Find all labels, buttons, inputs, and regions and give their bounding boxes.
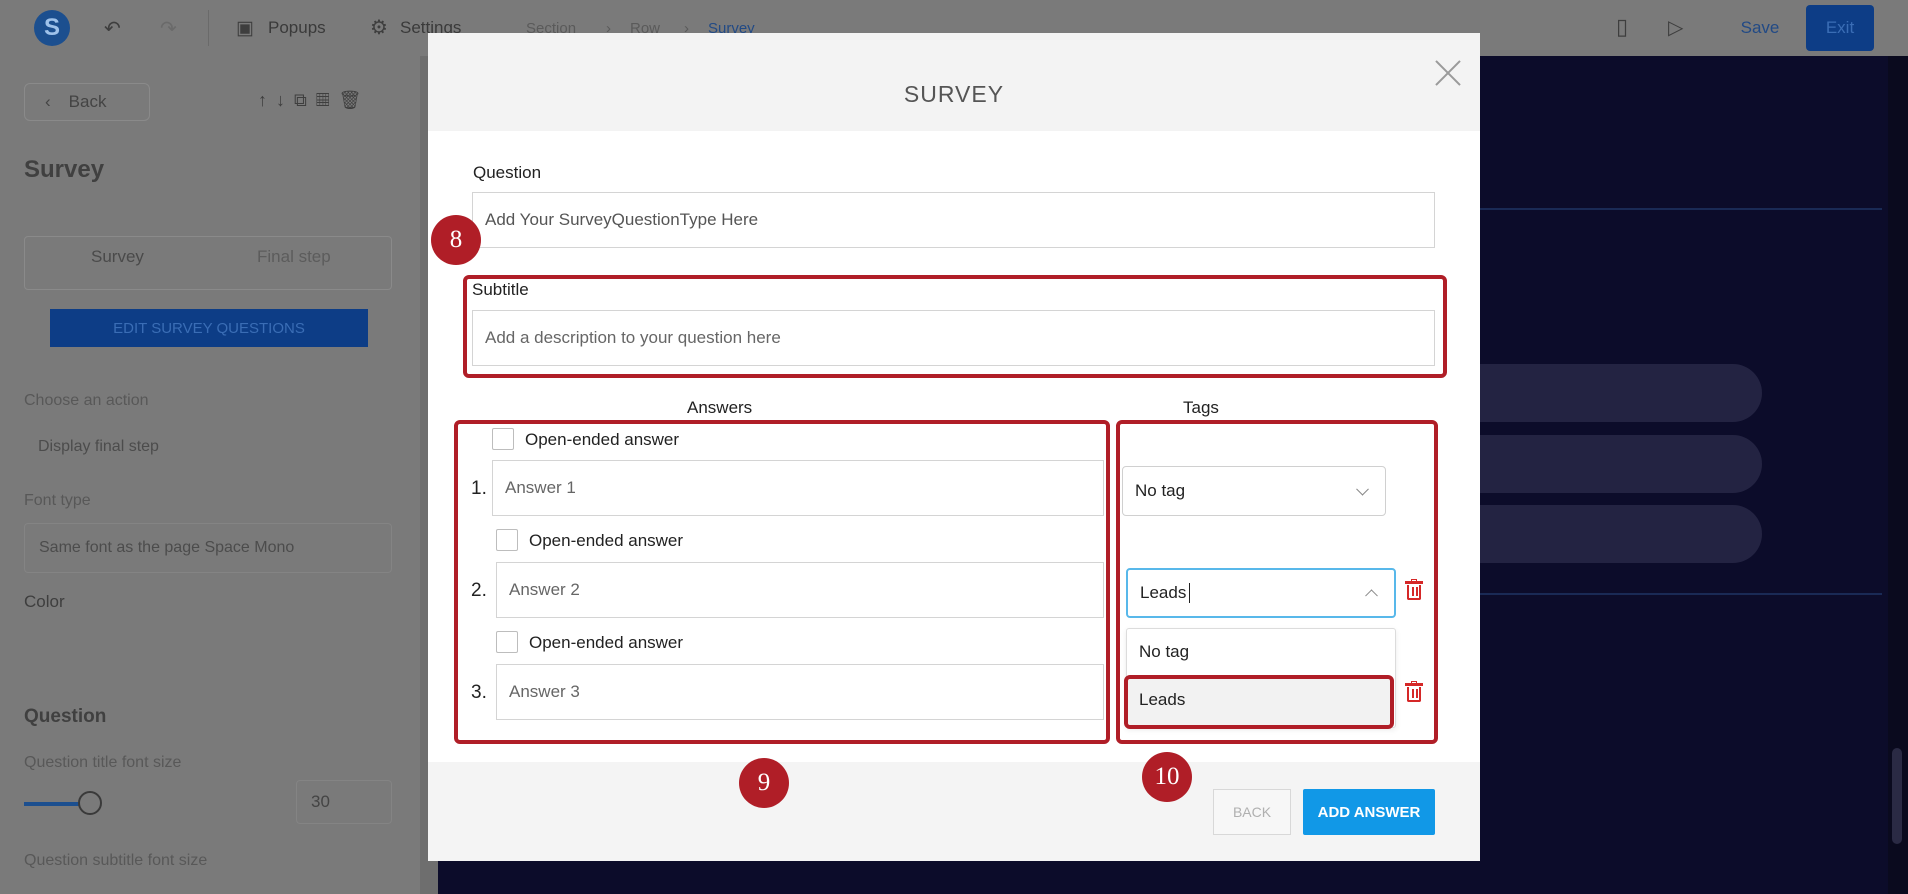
popups-menu-label[interactable]: Popups	[268, 18, 326, 38]
toolbar-divider	[208, 10, 209, 46]
back-button-label: Back	[68, 92, 107, 111]
tab-survey[interactable]: Survey	[91, 247, 144, 267]
sidebar-tabs	[24, 236, 392, 290]
color-label: Color	[24, 592, 65, 611]
highlight-subtitle	[463, 275, 1447, 378]
canvas-divider	[1480, 208, 1882, 210]
answers-header: Answers	[687, 398, 753, 417]
redo-icon[interactable]: ↷	[160, 16, 177, 41]
highlight-answers	[454, 420, 1110, 744]
step-badge-8: 8	[431, 215, 481, 265]
element-tools[interactable]: ↑↓⧉▦🗑	[258, 90, 370, 111]
undo-icon[interactable]: ↶	[104, 16, 121, 41]
modal-title: SURVEY	[903, 81, 1005, 107]
question-section-title: Question	[24, 706, 107, 727]
survey-option-bar	[1480, 435, 1762, 493]
step-badge-10: 10	[1142, 752, 1192, 802]
close-icon[interactable]	[1428, 53, 1468, 93]
back-button[interactable]: BACK	[1213, 789, 1291, 835]
title-font-size-value: 30	[311, 792, 330, 811]
canvas-divider	[1480, 593, 1882, 595]
title-font-size-slider[interactable]	[78, 791, 102, 815]
action-select[interactable]: Display final step	[24, 422, 392, 472]
action-label: Choose an action	[24, 392, 149, 409]
canvas-scrollbar-thumb[interactable]	[1892, 748, 1902, 844]
save-button[interactable]: Save	[1730, 8, 1790, 48]
settings-icon[interactable]: ⚙	[370, 15, 388, 40]
question-input[interactable]: Add Your SurveyQuestionType Here	[472, 192, 1435, 248]
title-font-size-input[interactable]: 30	[296, 780, 392, 824]
edit-survey-questions-button[interactable]: EDIT SURVEY QUESTIONS	[50, 309, 368, 347]
question-input-value: Add Your SurveyQuestionType Here	[485, 210, 759, 229]
tab-final-step[interactable]: Final step	[257, 247, 331, 267]
step-badge-9: 9	[739, 758, 789, 808]
exit-button[interactable]: Exit	[1806, 5, 1874, 51]
title-font-size-label: Question title font size	[24, 754, 182, 771]
highlight-leads-option	[1124, 675, 1394, 729]
survey-option-bar	[1480, 505, 1762, 563]
popups-icon[interactable]: ▣	[236, 17, 254, 40]
question-label: Question	[473, 163, 542, 182]
font-type-select[interactable]: Same font as the page Space Mono	[24, 523, 392, 573]
app-logo: S	[34, 10, 70, 46]
mobile-preview-icon[interactable]: ▯	[1616, 14, 1628, 40]
action-select-value: Display final step	[38, 438, 159, 455]
sidebar-title: Survey	[24, 156, 105, 183]
subtitle-font-size-label: Question subtitle font size	[24, 852, 208, 869]
chevron-left-icon: ‹	[45, 92, 51, 111]
font-type-value: Same font as the page Space Mono	[39, 539, 295, 556]
font-type-label: Font type	[24, 492, 91, 509]
tags-header: Tags	[1183, 398, 1219, 417]
survey-option-bar	[1480, 364, 1762, 422]
play-preview-icon[interactable]: ▷	[1668, 15, 1683, 40]
back-button[interactable]: ‹ Back	[24, 83, 150, 121]
add-answer-button[interactable]: ADD ANSWER	[1303, 789, 1435, 835]
